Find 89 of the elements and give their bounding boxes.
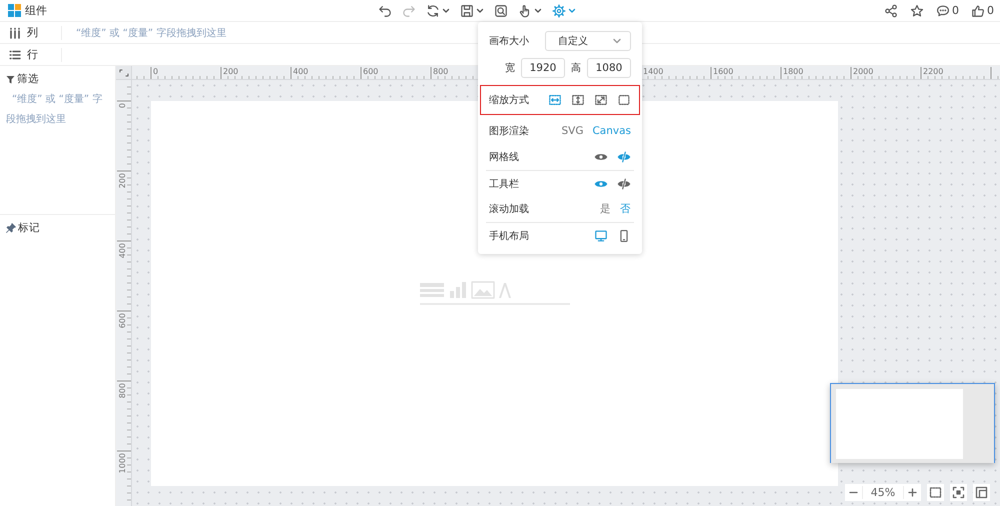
toolbar-button[interactable]	[460, 4, 484, 18]
ruler-label: 600	[118, 313, 127, 328]
caret-icon[interactable]	[534, 6, 542, 14]
caret-icon[interactable]	[442, 6, 450, 14]
ruler-label: 1600	[713, 67, 734, 76]
panel-layout-icon	[975, 486, 988, 499]
option-button[interactable]	[594, 93, 608, 107]
shelf-label: 列	[27, 25, 38, 40]
app-logo-icon	[8, 4, 21, 17]
option-button[interactable]	[548, 93, 562, 107]
stretch-icon	[594, 93, 608, 107]
monitor-icon	[594, 228, 608, 242]
ruler-label: 2000	[853, 67, 874, 76]
ruler-label: 200	[223, 67, 238, 76]
comment-button[interactable]: 0	[936, 4, 959, 18]
ruler-label: 400	[118, 243, 127, 258]
canvas-size-select[interactable]: 自定义	[545, 31, 631, 51]
share-icon	[884, 4, 898, 18]
toolbar-button[interactable]	[494, 4, 508, 18]
drop-hint: “维度” 或 “度量” 字段拖拽到这里	[75, 26, 226, 40]
like-button[interactable]: 0	[971, 4, 994, 18]
layout-button[interactable]	[973, 484, 990, 501]
eye-off-icon	[617, 176, 631, 190]
ruler-label: 200	[118, 173, 127, 188]
fit-screen-button[interactable]	[927, 484, 944, 501]
field-label: 高	[571, 62, 581, 75]
field-label: 宽	[505, 62, 515, 75]
pin-icon	[6, 223, 16, 233]
ruler-label: 800	[118, 383, 127, 398]
ruler-label: 400	[293, 67, 308, 76]
ruler-label: 1000	[118, 453, 127, 474]
columns-icon	[9, 26, 21, 38]
setting-label: 图形渲染	[489, 124, 530, 138]
setting-label: 网格线	[489, 150, 520, 164]
ruler-label: 0	[118, 103, 127, 108]
option-button[interactable]	[594, 228, 608, 242]
ruler-label: 1800	[783, 67, 804, 76]
option-button[interactable]	[617, 93, 631, 107]
focus-icon	[952, 486, 965, 499]
option-button[interactable]	[571, 93, 585, 107]
undo-icon	[378, 4, 392, 18]
option-button[interactable]: 是	[600, 202, 611, 216]
rows-icon	[9, 48, 21, 60]
option-button[interactable]: SVG	[561, 125, 584, 137]
plus-icon	[908, 488, 917, 497]
option-button[interactable]	[617, 150, 631, 164]
ruler-label: 2200	[923, 67, 944, 76]
eye-off-icon	[617, 150, 631, 164]
save-icon	[460, 4, 474, 18]
fit-width-icon	[548, 93, 562, 107]
section-title: 筛选	[17, 72, 39, 86]
toolbar-button[interactable]	[552, 4, 576, 18]
settings-icon	[552, 4, 566, 18]
dashed-square-icon	[929, 486, 942, 499]
preview-icon	[494, 4, 508, 18]
dashed-square-icon	[617, 93, 631, 107]
input-field[interactable]: 1920	[521, 58, 565, 78]
input-field[interactable]: 1080	[587, 58, 631, 78]
shelf-label: 行	[27, 47, 38, 62]
filter-icon	[6, 74, 15, 84]
ruler-label: 0	[153, 67, 158, 76]
star-icon	[910, 4, 924, 18]
thumbs-up-icon	[971, 4, 985, 18]
toolbar-button[interactable]	[426, 4, 450, 18]
setting-label: 滚动加载	[489, 202, 530, 216]
fit-height-icon	[571, 93, 585, 107]
hand-icon	[518, 4, 532, 18]
setting-label: 缩放方式	[489, 94, 530, 107]
chevron-down-icon	[612, 36, 622, 46]
setting-label: 画布大小	[489, 34, 530, 48]
ruler-label: 800	[433, 67, 448, 76]
caret-icon[interactable]	[568, 6, 576, 14]
star-button[interactable]	[910, 4, 924, 18]
section-title: 标记	[18, 221, 40, 235]
redo-icon	[402, 4, 416, 18]
refresh-icon	[426, 4, 440, 18]
center-button[interactable]	[950, 484, 967, 501]
setting-label: 工具栏	[489, 178, 520, 190]
ruler-label: 600	[363, 67, 378, 76]
comment-icon	[936, 4, 950, 18]
ruler-label: 1400	[643, 67, 664, 76]
caret-icon[interactable]	[476, 6, 484, 14]
toolbar-button[interactable]	[378, 4, 392, 18]
toolbar-button[interactable]	[518, 4, 542, 18]
drop-hint: “维度” 或 “度量” 字段拖拽到这里	[6, 92, 104, 127]
share-button[interactable]	[884, 4, 898, 18]
app-title: 组件	[25, 3, 47, 18]
option-button[interactable]	[617, 176, 631, 190]
setting-label: 手机布局	[489, 230, 530, 242]
